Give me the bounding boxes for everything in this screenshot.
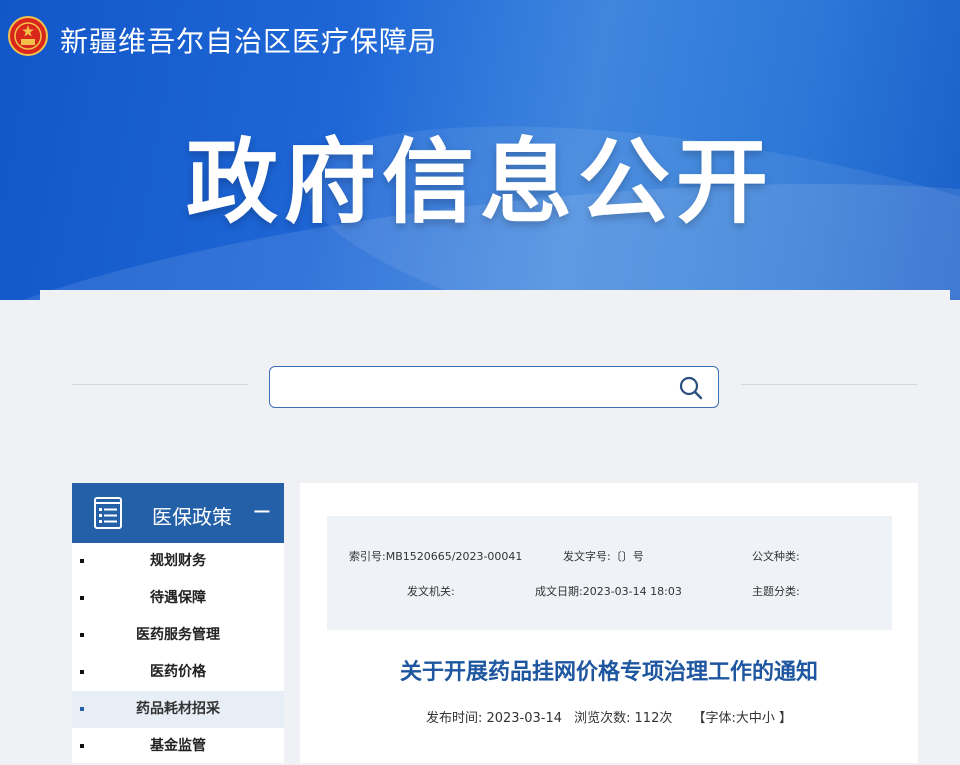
- sidebar-item-label: 规划财务: [150, 553, 206, 569]
- publish-date: 2023-03-14: [486, 711, 562, 726]
- sidebar-item-planning-finance[interactable]: 规划财务: [72, 543, 284, 580]
- bullet-icon: [80, 670, 84, 674]
- sidebar-item-label: 药品耗材招采: [136, 701, 220, 717]
- national-emblem-icon[interactable]: [8, 16, 48, 56]
- sidebar-heading: 医保政策: [152, 505, 232, 529]
- search-icon[interactable]: [678, 375, 704, 401]
- sidebar-item-benefits[interactable]: 待遇保障: [72, 580, 284, 617]
- sidebar-item-label: 医药价格: [150, 664, 206, 680]
- font-open: 【字体:: [692, 711, 736, 726]
- sidebar-header[interactable]: 医保政策 −: [72, 483, 284, 543]
- sidebar-item-fund-supervision[interactable]: 基金监管: [72, 728, 284, 765]
- document-number: 发文字号:〔〕号: [563, 548, 644, 564]
- divider: [741, 384, 917, 385]
- collapse-button[interactable]: −: [252, 497, 272, 525]
- divider: [72, 384, 248, 385]
- article-title: 关于开展药品挂网价格专项治理工作的通知: [399, 660, 818, 685]
- document-list-icon: [94, 497, 122, 529]
- sidebar: 医保政策 − 规划财务 待遇保障 医药服务管理 医药价格 药品耗材招采 基金监管: [72, 483, 284, 763]
- document-type: 公文种类:: [752, 550, 800, 563]
- bullet-icon: [80, 633, 84, 637]
- sidebar-item-label: 待遇保障: [150, 590, 206, 606]
- search-input[interactable]: [280, 375, 664, 401]
- index-value: MB1520665/2023-00041: [385, 550, 523, 563]
- document-metadata: 索引号:MB1520665/2023-00041 发文字号:〔〕号 公文种类: …: [327, 516, 892, 630]
- font-large-button[interactable]: 大: [736, 711, 749, 726]
- font-close: 】: [778, 711, 792, 726]
- index-label: 索引号:: [349, 550, 386, 563]
- font-medium-button[interactable]: 中: [749, 711, 762, 726]
- header-banner: 新疆维吾尔自治区医疗保障局 政府信息公开: [0, 0, 960, 300]
- created-value: 2023-03-14 18:03: [582, 585, 682, 598]
- created-date: 成文日期:2023-03-14 18:03: [535, 583, 682, 599]
- topic-category: 主题分类:: [752, 585, 800, 598]
- doc-no-value: 〔〕号: [610, 550, 644, 563]
- issuing-agency: 发文机关:: [407, 585, 455, 598]
- bullet-icon: [80, 596, 84, 600]
- sidebar-item-drug-prices[interactable]: 医药价格: [72, 654, 284, 691]
- sidebar-item-procurement[interactable]: 药品耗材招采: [72, 691, 284, 728]
- views-count: 112次: [634, 711, 673, 726]
- sidebar-item-label: 基金监管: [150, 738, 206, 754]
- publish-info: 发布时间: 2023-03-14 浏览次数: 112次 【字体:大中小】: [300, 707, 918, 726]
- created-label: 成文日期:: [535, 585, 583, 598]
- bullet-icon: [80, 559, 84, 563]
- search-bar: [269, 366, 719, 408]
- sidebar-item-label: 医药服务管理: [136, 627, 220, 643]
- bullet-icon: [80, 707, 84, 711]
- publish-label: 发布时间:: [426, 711, 483, 726]
- page-hero-title: 政府信息公开: [185, 129, 774, 236]
- bullet-icon: [80, 744, 84, 748]
- site-title[interactable]: 新疆维吾尔自治区医疗保障局: [60, 20, 437, 60]
- font-small-button[interactable]: 小: [762, 711, 775, 726]
- font-size-controls: 【字体:大中小】: [693, 711, 792, 726]
- sidebar-item-medical-services[interactable]: 医药服务管理: [72, 617, 284, 654]
- index-number: 索引号:MB1520665/2023-00041: [349, 548, 522, 564]
- views-label: 浏览次数:: [574, 711, 631, 726]
- doc-no-label: 发文字号:: [563, 550, 611, 563]
